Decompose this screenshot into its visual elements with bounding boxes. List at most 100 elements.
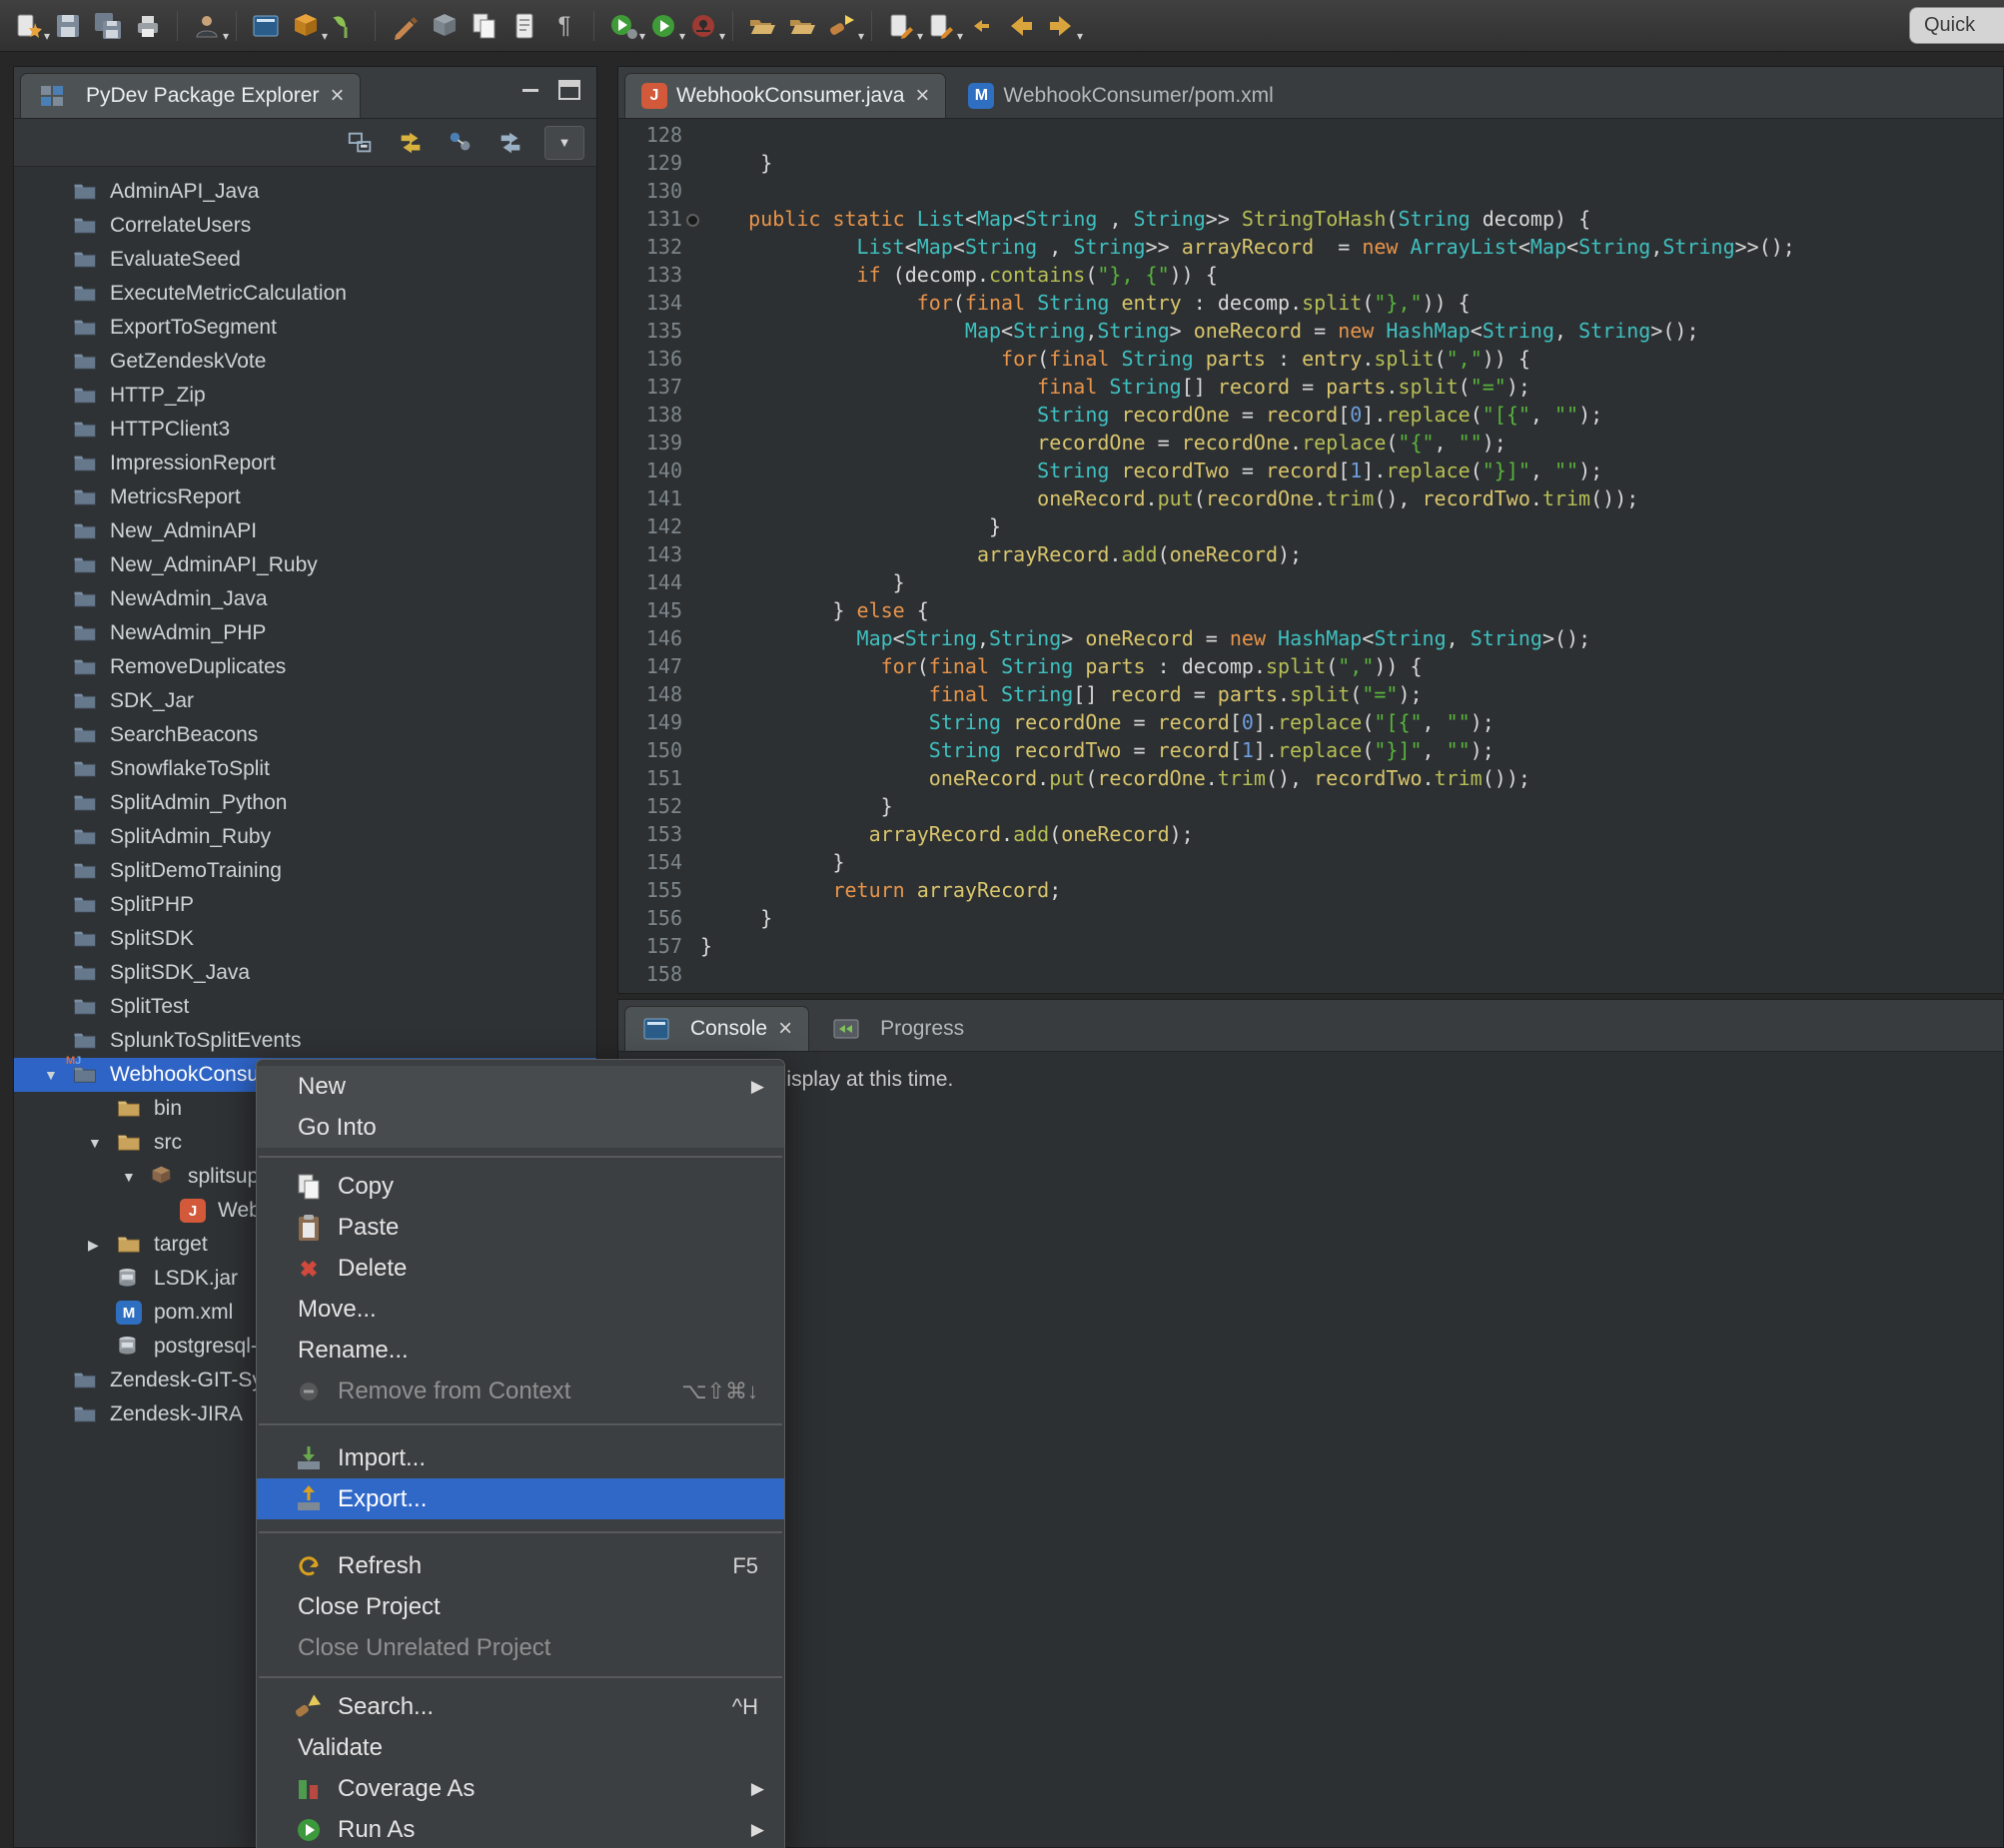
debug-icon[interactable]: ▾ xyxy=(685,7,721,45)
view-menu-icon[interactable]: ▼ xyxy=(544,126,584,160)
tree-item-splitsdk-java[interactable]: SplitSDK_Java xyxy=(14,956,596,990)
expand-arrow-icon[interactable]: ▶ xyxy=(88,1237,99,1254)
bookmark-icon[interactable]: ▾ xyxy=(923,7,959,45)
tree-item-httpclient3[interactable]: HTTPClient3 xyxy=(14,413,596,447)
tree-item-newadmin-java[interactable]: NewAdmin_Java xyxy=(14,582,596,616)
tree-item-sdk-jar[interactable]: SDK_Jar xyxy=(14,684,596,718)
close-icon[interactable]: × xyxy=(330,84,344,108)
line-number-text: 130 xyxy=(646,179,682,203)
quick-access-input[interactable]: Quick xyxy=(1909,7,2004,44)
collapse-all-icon[interactable] xyxy=(345,127,377,159)
tree-item-splitsdk[interactable]: SplitSDK xyxy=(14,922,596,956)
tab-webhookconsumer-pom-xml[interactable]: M WebhookConsumer/pom.xml xyxy=(952,73,1289,118)
tree-item-adminapi-java[interactable]: AdminAPI_Java xyxy=(14,175,596,209)
tree-item-correlateusers[interactable]: CorrelateUsers xyxy=(14,209,596,243)
tree-item-http-zip[interactable]: HTTP_Zip xyxy=(14,379,596,413)
dropdown-arrow-icon[interactable]: ▾ xyxy=(1077,29,1083,43)
annotation-icon[interactable]: ▾ xyxy=(883,7,919,45)
close-icon[interactable]: × xyxy=(915,84,929,108)
show-whitespace-icon[interactable]: ¶ xyxy=(546,7,582,45)
tree-item-metricsreport[interactable]: MetricsReport xyxy=(14,480,596,514)
new-package-icon[interactable]: ▾ xyxy=(288,7,324,45)
tree-item-splitdemotraining[interactable]: SplitDemoTraining xyxy=(14,854,596,888)
dropdown-arrow-icon[interactable]: ▾ xyxy=(858,29,864,43)
tree-item-new-adminapi-ruby[interactable]: New_AdminAPI_Ruby xyxy=(14,548,596,582)
menu-item-new[interactable]: New▶ xyxy=(257,1066,784,1107)
tree-item-splunktosplitevents[interactable]: SplunkToSplitEvents xyxy=(14,1024,596,1058)
open-resource-icon[interactable] xyxy=(784,7,820,45)
tree-item-splittest[interactable]: SplitTest xyxy=(14,990,596,1024)
highlighter-icon[interactable]: ▾ xyxy=(824,7,860,45)
menu-item-coverage-as[interactable]: Coverage As▶ xyxy=(257,1768,784,1809)
fold-marker-icon[interactable] xyxy=(686,214,699,227)
document-icon[interactable] xyxy=(506,7,542,45)
menu-item-export[interactable]: Export... xyxy=(257,1478,784,1519)
back-icon[interactable] xyxy=(1003,7,1039,45)
tab-console[interactable]: Console × xyxy=(624,1006,809,1051)
package-presentation-icon[interactable] xyxy=(445,127,477,159)
tree-item-splitadmin-python[interactable]: SplitAdmin_Python xyxy=(14,786,596,820)
print-icon[interactable] xyxy=(130,7,166,45)
code-token xyxy=(700,682,929,706)
duplicate-icon[interactable] xyxy=(467,7,502,45)
run-icon[interactable]: ▾ xyxy=(645,7,681,45)
tree-item-splitadmin-ruby[interactable]: SplitAdmin_Ruby xyxy=(14,820,596,854)
minimize-icon[interactable] xyxy=(520,80,540,105)
code-token: String xyxy=(1374,626,1446,650)
menu-item-delete[interactable]: Delete xyxy=(257,1248,784,1289)
tree-item-evaluateseed[interactable]: EvaluateSeed xyxy=(14,243,596,277)
menu-item-run-as[interactable]: Run As▶ xyxy=(257,1809,784,1848)
tab-webhookconsumer-java[interactable]: J WebhookConsumer.java × xyxy=(624,73,946,118)
tree-item-newadmin-php[interactable]: NewAdmin_PHP xyxy=(14,616,596,650)
open-folder-icon[interactable] xyxy=(744,7,780,45)
tree-item-new-adminapi[interactable]: New_AdminAPI xyxy=(14,514,596,548)
menu-item-refresh[interactable]: RefreshF5 xyxy=(257,1545,784,1586)
save-all-icon[interactable] xyxy=(90,7,126,45)
pydev-icon[interactable] xyxy=(328,7,364,45)
tree-item-exporttosegment[interactable]: ExportToSegment xyxy=(14,311,596,345)
tree-item-label: New_AdminAPI xyxy=(110,519,257,543)
menu-item-search[interactable]: Search...^H xyxy=(257,1686,784,1727)
menu-item-import[interactable]: Import... xyxy=(257,1437,784,1478)
tab-pydev-package-explorer[interactable]: PyDev Package Explorer × xyxy=(20,73,361,118)
previous-edit-icon[interactable] xyxy=(963,7,999,45)
menu-item-validate[interactable]: Validate xyxy=(257,1727,784,1768)
code-token: return xyxy=(832,878,904,902)
console-view-icon[interactable] xyxy=(248,7,284,45)
dropdown-arrow-icon[interactable]: ▾ xyxy=(223,29,229,43)
save-icon[interactable] xyxy=(50,7,86,45)
code-editor[interactable]: 128129 }130131 public static List<Map<St… xyxy=(618,119,2003,993)
line-number: 155 xyxy=(618,878,700,906)
tree-item-removeduplicates[interactable]: RemoveDuplicates xyxy=(14,650,596,684)
menu-item-rename[interactable]: Rename... xyxy=(257,1330,784,1371)
code-token xyxy=(1097,375,1109,399)
close-icon[interactable]: × xyxy=(778,1017,792,1041)
dropdown-arrow-icon[interactable]: ▾ xyxy=(719,29,725,43)
forward-icon[interactable]: ▾ xyxy=(1043,7,1079,45)
expand-arrow-icon[interactable]: ▼ xyxy=(122,1169,136,1185)
menu-item-move[interactable]: Move... xyxy=(257,1289,784,1330)
pen-icon[interactable] xyxy=(387,7,423,45)
maximize-icon[interactable] xyxy=(558,80,580,105)
tree-item-getzendeskvote[interactable]: GetZendeskVote xyxy=(14,345,596,379)
menu-item-copy[interactable]: Copy xyxy=(257,1166,784,1207)
new-wizard-icon[interactable]: ▾ xyxy=(10,7,46,45)
user-profile-icon[interactable]: ▾ xyxy=(189,7,225,45)
menu-item-paste[interactable]: Paste xyxy=(257,1207,784,1248)
tree-item-searchbeacons[interactable]: SearchBeacons xyxy=(14,718,596,752)
expand-arrow-icon[interactable]: ▼ xyxy=(88,1135,102,1151)
tree-item-snowflaketosplit[interactable]: SnowflakeToSplit xyxy=(14,752,596,786)
tab-progress[interactable]: Progress xyxy=(815,1006,980,1051)
external-tools-icon[interactable]: ▾ xyxy=(605,7,641,45)
link-with-editor-icon[interactable] xyxy=(395,127,427,159)
code-line: 150 String recordTwo = record[1].replace… xyxy=(618,738,2003,766)
tree-item-executemetriccalculation[interactable]: ExecuteMetricCalculation xyxy=(14,277,596,311)
module-icon[interactable] xyxy=(427,7,463,45)
code-token xyxy=(700,459,1037,482)
tree-item-impressionreport[interactable]: ImpressionReport xyxy=(14,447,596,480)
menu-item-go-into[interactable]: Go Into xyxy=(257,1107,784,1148)
expand-arrow-icon[interactable]: ▼ xyxy=(44,1067,58,1083)
menu-item-close-project[interactable]: Close Project xyxy=(257,1586,784,1627)
tree-item-splitphp[interactable]: SplitPHP xyxy=(14,888,596,922)
customize-view-icon[interactable] xyxy=(495,127,526,159)
